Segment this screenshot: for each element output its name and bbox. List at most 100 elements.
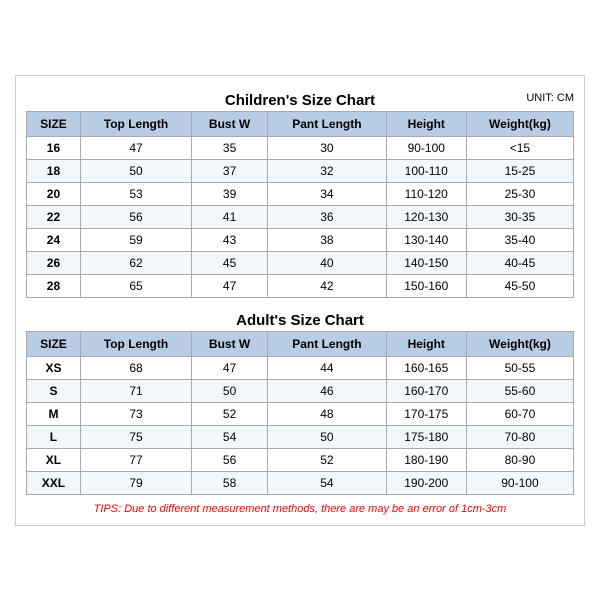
table-cell: S	[27, 379, 81, 402]
table-cell: 20	[27, 182, 81, 205]
table-cell: 100-110	[386, 159, 466, 182]
table-cell: 47	[192, 274, 268, 297]
table-cell: 16	[27, 136, 81, 159]
adult-table: SIZETop LengthBust WPant LengthHeightWei…	[26, 331, 574, 495]
table-row: 26624540140-15040-45	[27, 251, 574, 274]
table-cell: 50-55	[466, 356, 573, 379]
table-cell: 120-130	[386, 205, 466, 228]
table-row: M735248170-17560-70	[27, 402, 574, 425]
table-cell: 45-50	[466, 274, 573, 297]
children-header-cell: Top Length	[80, 111, 191, 136]
table-cell: 160-165	[386, 356, 466, 379]
table-cell: 110-120	[386, 182, 466, 205]
table-cell: 47	[192, 356, 268, 379]
unit-label: UNIT: CM	[526, 92, 574, 104]
table-cell: 53	[80, 182, 191, 205]
table-row: 1647353090-100<15	[27, 136, 574, 159]
table-cell: 45	[192, 251, 268, 274]
table-cell: 52	[192, 402, 268, 425]
children-header-cell: Height	[386, 111, 466, 136]
table-cell: 54	[192, 425, 268, 448]
adult-header-cell: Bust W	[192, 331, 268, 356]
table-cell: 56	[192, 448, 268, 471]
table-cell: M	[27, 402, 81, 425]
table-cell: 54	[268, 471, 386, 494]
table-cell: XS	[27, 356, 81, 379]
children-section-title: Children's Size Chart UNIT: CM	[26, 86, 574, 111]
table-cell: 59	[80, 228, 191, 251]
table-cell: 190-200	[386, 471, 466, 494]
table-row: 18503732100-11015-25	[27, 159, 574, 182]
table-cell: 43	[192, 228, 268, 251]
adult-header-cell: Height	[386, 331, 466, 356]
table-cell: 46	[268, 379, 386, 402]
table-cell: 22	[27, 205, 81, 228]
table-cell: 26	[27, 251, 81, 274]
table-cell: 37	[192, 159, 268, 182]
table-cell: 38	[268, 228, 386, 251]
adult-section-title: Adult's Size Chart	[26, 306, 574, 331]
children-header-cell: Bust W	[192, 111, 268, 136]
table-cell: 50	[268, 425, 386, 448]
children-table: SIZETop LengthBust WPant LengthHeightWei…	[26, 111, 574, 298]
table-cell: 70-80	[466, 425, 573, 448]
table-cell: 40	[268, 251, 386, 274]
table-cell: 62	[80, 251, 191, 274]
table-cell: 150-160	[386, 274, 466, 297]
children-header-cell: SIZE	[27, 111, 81, 136]
table-cell: 50	[80, 159, 191, 182]
table-row: XS684744160-16550-55	[27, 356, 574, 379]
table-row: 28654742150-16045-50	[27, 274, 574, 297]
table-cell: 175-180	[386, 425, 466, 448]
table-cell: 44	[268, 356, 386, 379]
table-row: S715046160-17055-60	[27, 379, 574, 402]
table-cell: XL	[27, 448, 81, 471]
table-cell: 36	[268, 205, 386, 228]
table-cell: 35-40	[466, 228, 573, 251]
table-cell: 170-175	[386, 402, 466, 425]
table-cell: 25-30	[466, 182, 573, 205]
table-row: 20533934110-12025-30	[27, 182, 574, 205]
table-cell: 32	[268, 159, 386, 182]
table-cell: 180-190	[386, 448, 466, 471]
children-header-cell: Weight(kg)	[466, 111, 573, 136]
adult-title-text: Adult's Size Chart	[236, 312, 364, 329]
table-cell: 39	[192, 182, 268, 205]
table-cell: 80-90	[466, 448, 573, 471]
table-cell: 65	[80, 274, 191, 297]
adult-header-cell: SIZE	[27, 331, 81, 356]
table-cell: 55-60	[466, 379, 573, 402]
table-cell: 90-100	[466, 471, 573, 494]
table-cell: 18	[27, 159, 81, 182]
table-cell: 52	[268, 448, 386, 471]
table-cell: L	[27, 425, 81, 448]
table-cell: 73	[80, 402, 191, 425]
table-row: XL775652180-19080-90	[27, 448, 574, 471]
table-cell: 140-150	[386, 251, 466, 274]
table-row: L755450175-18070-80	[27, 425, 574, 448]
table-cell: 75	[80, 425, 191, 448]
children-header-row: SIZETop LengthBust WPant LengthHeightWei…	[27, 111, 574, 136]
table-row: 22564136120-13030-35	[27, 205, 574, 228]
tips-text: TIPS: Due to different measurement metho…	[26, 503, 574, 515]
table-cell: <15	[466, 136, 573, 159]
table-cell: 160-170	[386, 379, 466, 402]
table-cell: 30-35	[466, 205, 573, 228]
table-cell: 47	[80, 136, 191, 159]
table-cell: 41	[192, 205, 268, 228]
table-cell: 56	[80, 205, 191, 228]
table-cell: 130-140	[386, 228, 466, 251]
table-cell: 68	[80, 356, 191, 379]
children-title-text: Children's Size Chart	[225, 92, 375, 109]
chart-container: Children's Size Chart UNIT: CM SIZETop L…	[15, 75, 585, 526]
table-cell: 35	[192, 136, 268, 159]
table-cell: 58	[192, 471, 268, 494]
table-cell: 42	[268, 274, 386, 297]
table-cell: 90-100	[386, 136, 466, 159]
table-cell: XXL	[27, 471, 81, 494]
table-cell: 28	[27, 274, 81, 297]
table-cell: 40-45	[466, 251, 573, 274]
table-cell: 50	[192, 379, 268, 402]
children-header-cell: Pant Length	[268, 111, 386, 136]
adult-header-cell: Top Length	[80, 331, 191, 356]
